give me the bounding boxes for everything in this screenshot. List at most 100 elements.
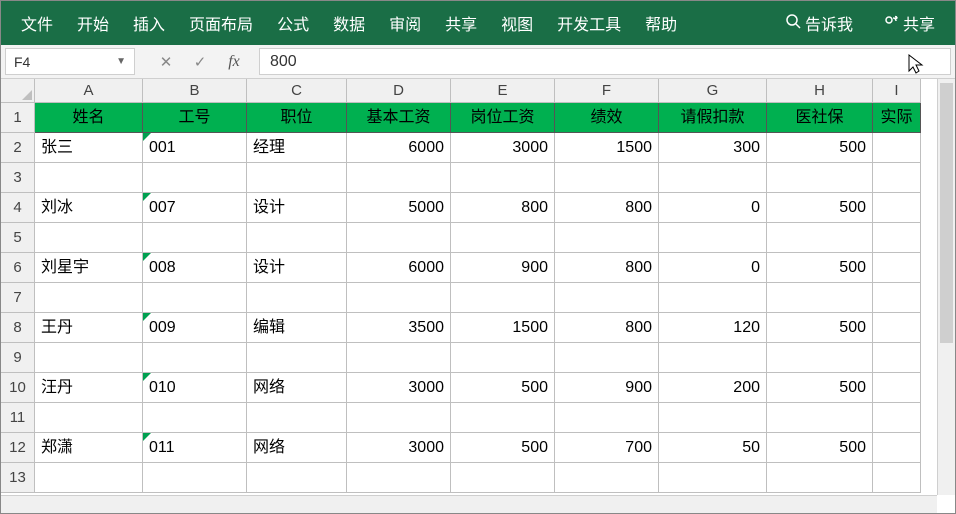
cell[interactable]: [659, 223, 767, 253]
cell[interactable]: 500: [767, 193, 873, 223]
cell[interactable]: [873, 433, 921, 463]
cell[interactable]: [555, 403, 659, 433]
cell[interactable]: 网络: [247, 373, 347, 403]
column-header-C[interactable]: C: [247, 79, 347, 103]
row-header-6[interactable]: 6: [1, 253, 35, 283]
spreadsheet-grid[interactable]: ABCDEFGHI 12345678910111213 姓名工号职位基本工资岗位…: [1, 79, 955, 495]
cell[interactable]: 500: [767, 373, 873, 403]
cell[interactable]: 007: [143, 193, 247, 223]
ribbon-tab-9[interactable]: 开发工具: [545, 5, 633, 41]
accept-formula-button[interactable]: ✓: [183, 45, 217, 78]
cell[interactable]: 郑潇: [35, 433, 143, 463]
cell[interactable]: [873, 463, 921, 493]
cell[interactable]: 3000: [347, 373, 451, 403]
cell[interactable]: [555, 163, 659, 193]
cell[interactable]: 6000: [347, 253, 451, 283]
cell[interactable]: [347, 163, 451, 193]
ribbon-tab-2[interactable]: 插入: [121, 5, 177, 41]
row-header-5[interactable]: 5: [1, 223, 35, 253]
cell[interactable]: [767, 463, 873, 493]
cell[interactable]: 0: [659, 253, 767, 283]
row-header-1[interactable]: 1: [1, 103, 35, 133]
cell[interactable]: [347, 343, 451, 373]
cell[interactable]: 800: [555, 253, 659, 283]
cell[interactable]: [767, 283, 873, 313]
cell[interactable]: 50: [659, 433, 767, 463]
scroll-thumb[interactable]: [940, 83, 953, 343]
tell-me-button[interactable]: 告诉我: [773, 5, 865, 41]
ribbon-tab-6[interactable]: 审阅: [377, 5, 433, 41]
cell[interactable]: [451, 163, 555, 193]
row-header-4[interactable]: 4: [1, 193, 35, 223]
cell[interactable]: 刘冰: [35, 193, 143, 223]
cell[interactable]: 6000: [347, 133, 451, 163]
cell[interactable]: 800: [555, 193, 659, 223]
column-header-E[interactable]: E: [451, 79, 555, 103]
cell[interactable]: [247, 403, 347, 433]
cell[interactable]: 医社保: [767, 103, 873, 133]
cell[interactable]: 经理: [247, 133, 347, 163]
cell[interactable]: 基本工资: [347, 103, 451, 133]
cell[interactable]: 900: [451, 253, 555, 283]
cell[interactable]: [659, 343, 767, 373]
column-header-B[interactable]: B: [143, 79, 247, 103]
ribbon-tab-0[interactable]: 文件: [9, 5, 65, 41]
cell[interactable]: 011: [143, 433, 247, 463]
cell[interactable]: 200: [659, 373, 767, 403]
cells-area[interactable]: 姓名工号职位基本工资岗位工资绩效请假扣款医社保实际张三001经理60003000…: [35, 103, 921, 493]
cell[interactable]: [143, 223, 247, 253]
cell[interactable]: [767, 223, 873, 253]
cell[interactable]: 008: [143, 253, 247, 283]
row-header-12[interactable]: 12: [1, 433, 35, 463]
cell[interactable]: [555, 223, 659, 253]
cell[interactable]: [659, 403, 767, 433]
ribbon-tab-8[interactable]: 视图: [489, 5, 545, 41]
ribbon-tab-4[interactable]: 公式: [265, 5, 321, 41]
cell[interactable]: [451, 283, 555, 313]
insert-function-button[interactable]: fx: [217, 45, 251, 78]
cell[interactable]: 0: [659, 193, 767, 223]
cell[interactable]: 1500: [451, 313, 555, 343]
select-all-corner[interactable]: [1, 79, 35, 103]
cell[interactable]: 500: [767, 313, 873, 343]
cell[interactable]: 网络: [247, 433, 347, 463]
column-header-I[interactable]: I: [873, 79, 921, 103]
cell[interactable]: 3000: [451, 133, 555, 163]
cell[interactable]: [35, 403, 143, 433]
cell[interactable]: [247, 463, 347, 493]
cell[interactable]: 3500: [347, 313, 451, 343]
row-header-10[interactable]: 10: [1, 373, 35, 403]
cell[interactable]: 王丹: [35, 313, 143, 343]
row-header-13[interactable]: 13: [1, 463, 35, 493]
cell[interactable]: [35, 163, 143, 193]
cell[interactable]: 姓名: [35, 103, 143, 133]
column-header-D[interactable]: D: [347, 79, 451, 103]
cell[interactable]: 500: [767, 253, 873, 283]
ribbon-tab-7[interactable]: 共享: [433, 5, 489, 41]
cell[interactable]: 岗位工资: [451, 103, 555, 133]
cell[interactable]: 300: [659, 133, 767, 163]
cell[interactable]: [659, 163, 767, 193]
cell[interactable]: [247, 343, 347, 373]
cell[interactable]: 1500: [555, 133, 659, 163]
cell[interactable]: [143, 163, 247, 193]
cell[interactable]: [873, 283, 921, 313]
cell[interactable]: 编辑: [247, 313, 347, 343]
cell[interactable]: 职位: [247, 103, 347, 133]
cell[interactable]: [873, 313, 921, 343]
cell[interactable]: [873, 253, 921, 283]
ribbon-tab-3[interactable]: 页面布局: [177, 5, 265, 41]
cell[interactable]: [143, 463, 247, 493]
cell[interactable]: [873, 373, 921, 403]
cell[interactable]: [451, 343, 555, 373]
cell[interactable]: [767, 163, 873, 193]
cell[interactable]: 009: [143, 313, 247, 343]
cell[interactable]: [247, 283, 347, 313]
cell[interactable]: [143, 403, 247, 433]
row-header-11[interactable]: 11: [1, 403, 35, 433]
cell[interactable]: [451, 223, 555, 253]
cell[interactable]: 500: [451, 433, 555, 463]
cell[interactable]: [873, 163, 921, 193]
cell[interactable]: [659, 463, 767, 493]
ribbon-tab-5[interactable]: 数据: [321, 5, 377, 41]
